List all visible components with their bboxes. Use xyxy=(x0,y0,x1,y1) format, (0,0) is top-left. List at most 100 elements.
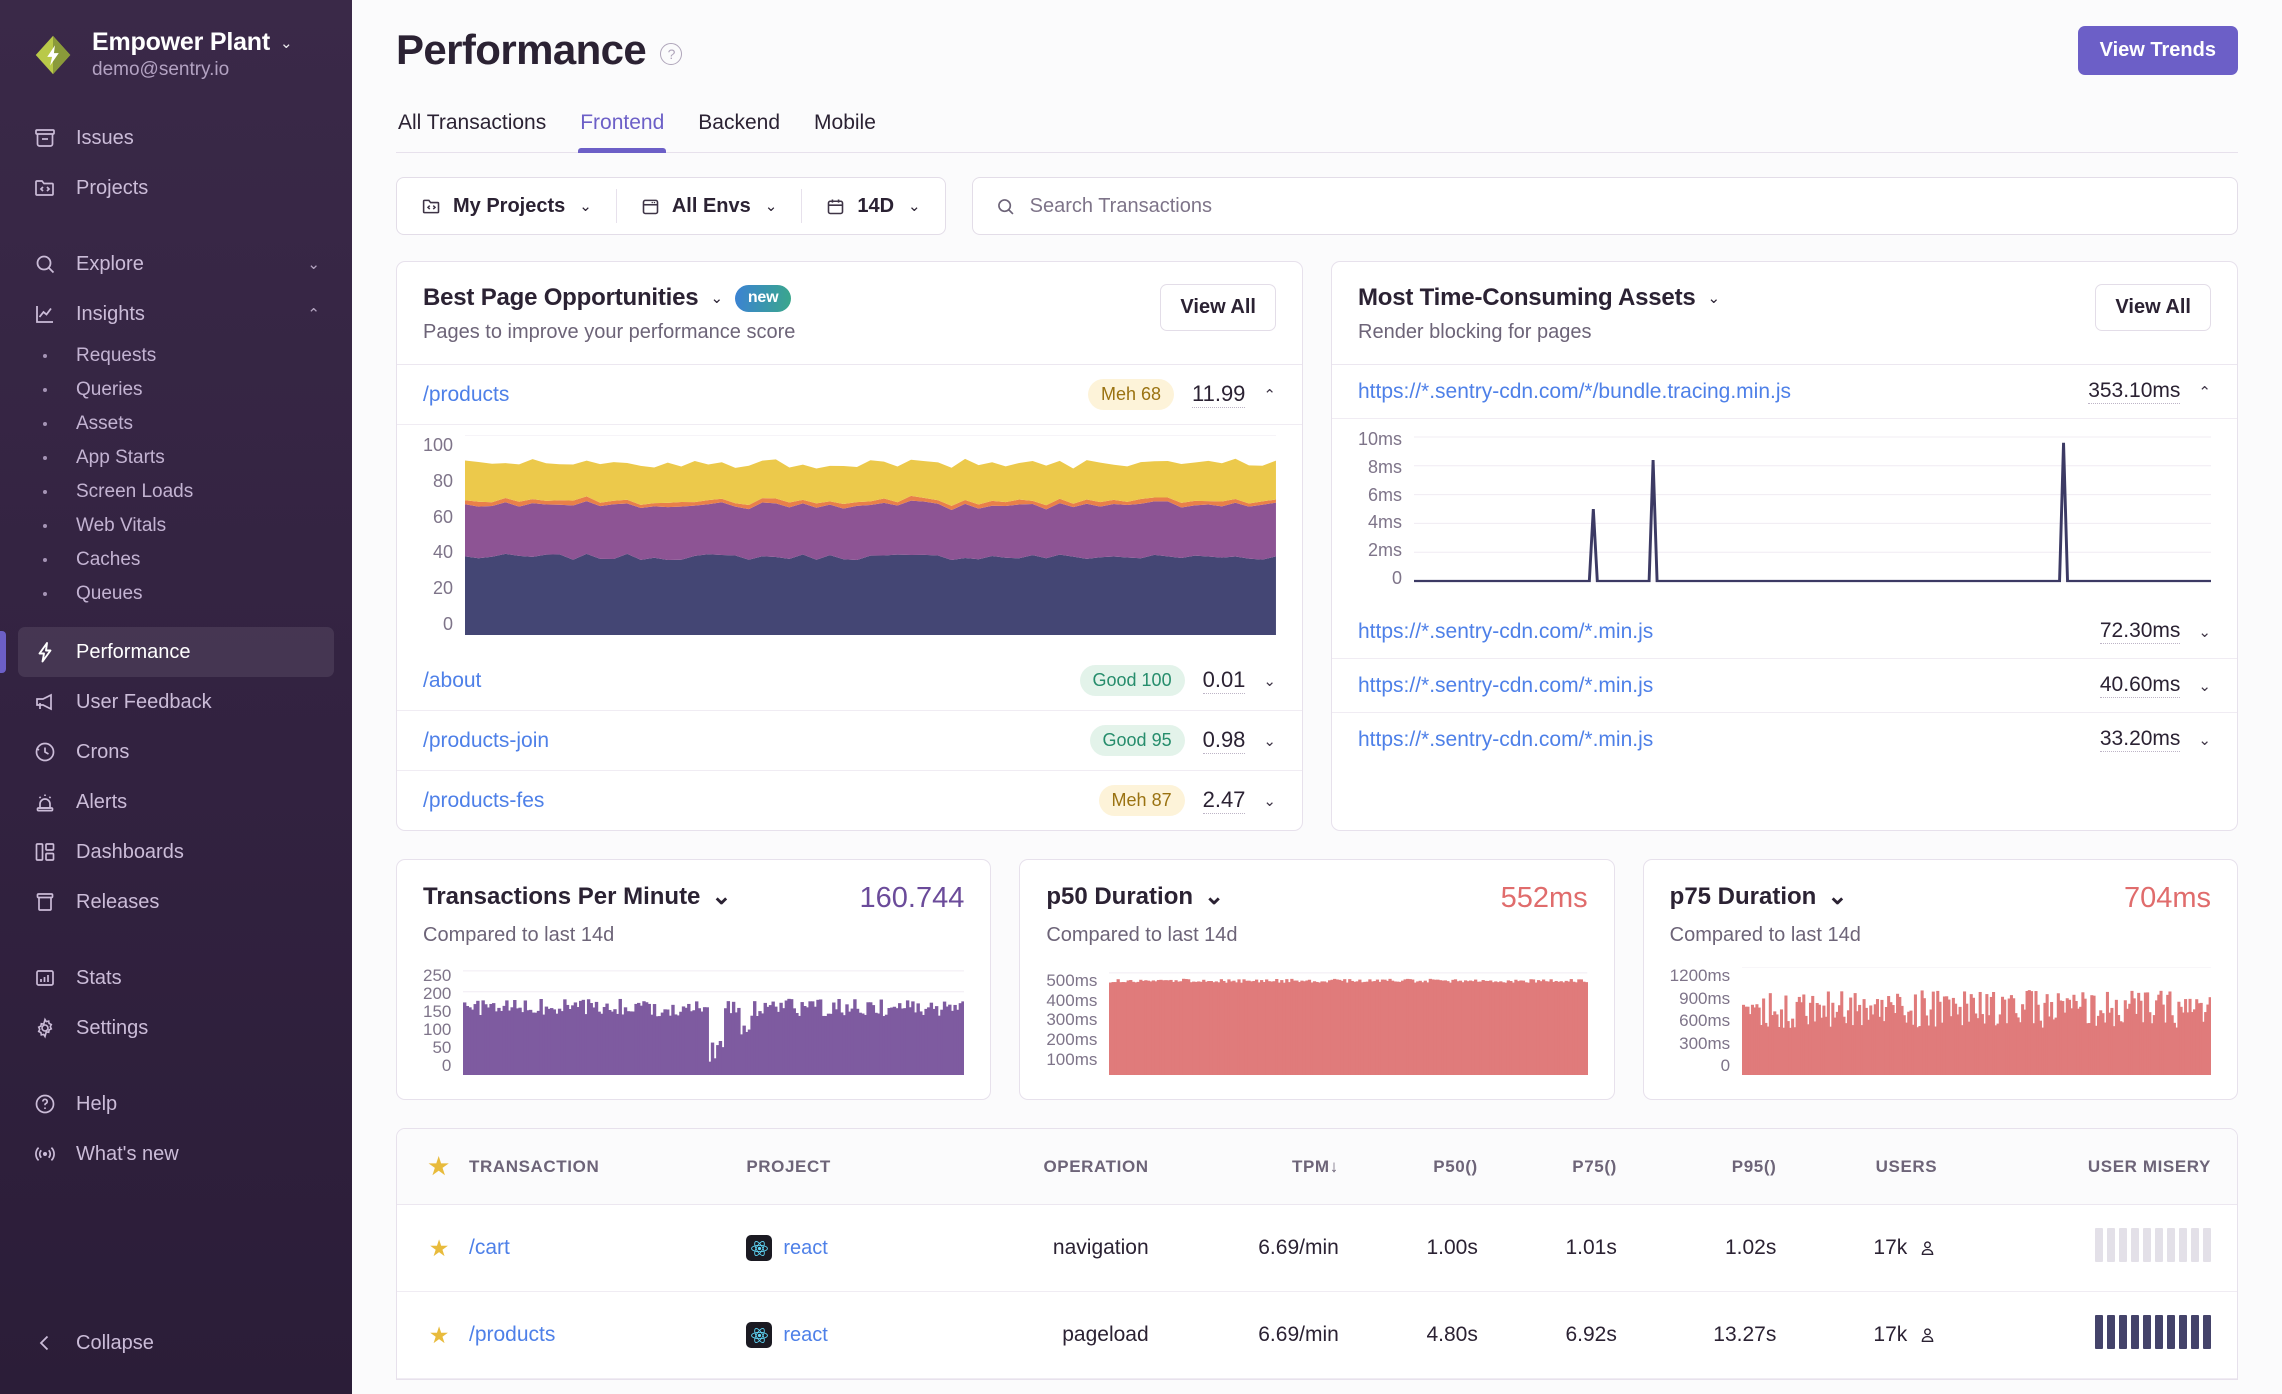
view-all-assets-button[interactable]: View All xyxy=(2095,284,2211,331)
chevron-down-icon[interactable]: ⌄ xyxy=(2198,677,2211,695)
sidebar-item-settings[interactable]: Settings xyxy=(18,1003,334,1053)
transaction-link[interactable]: /cart xyxy=(469,1236,510,1259)
project-selector[interactable]: My Projects ⌄ xyxy=(397,178,616,234)
transaction-link[interactable]: /products xyxy=(469,1323,555,1346)
project-cell[interactable]: react xyxy=(746,1235,915,1261)
star-icon[interactable]: ★ xyxy=(429,1235,450,1261)
tab-all-transactions[interactable]: All Transactions xyxy=(396,111,548,152)
opportunity-path-link[interactable]: /products xyxy=(423,383,509,407)
opportunity-row[interactable]: /products-join Good 95 0.98 ⌄ xyxy=(397,711,1302,771)
chevron-down-icon[interactable]: ⌄ xyxy=(1263,792,1276,810)
row-star-toggle[interactable]: ★ xyxy=(397,1291,455,1379)
y-tick: 8ms xyxy=(1368,456,1403,477)
sidebar-item-help[interactable]: Help xyxy=(18,1079,334,1129)
sidebar-item-queries[interactable]: Queries xyxy=(18,373,334,407)
sidebar-item-queues[interactable]: Queues xyxy=(18,577,334,611)
row-star-toggle[interactable]: ★ xyxy=(397,1204,455,1292)
org-switcher[interactable]: Empower Plant ⌄ demo@sentry.io xyxy=(0,22,352,111)
column-transaction[interactable]: TRANSACTION xyxy=(455,1129,733,1205)
search-input[interactable] xyxy=(1029,194,2215,218)
asset-url-link[interactable]: https://*.sentry-cdn.com/*.min.js xyxy=(1358,620,1653,644)
opportunity-path-link[interactable]: /products-join xyxy=(423,729,549,753)
chevron-down-icon: ⌄ xyxy=(579,198,592,215)
asset-url-link[interactable]: https://*.sentry-cdn.com/*.min.js xyxy=(1358,674,1653,698)
cell-project[interactable]: react xyxy=(732,1204,930,1292)
view-all-opportunities-button[interactable]: View All xyxy=(1160,284,1276,331)
asset-row[interactable]: https://*.sentry-cdn.com/*/bundle.tracin… xyxy=(1332,365,2237,419)
sidebar-item-assets[interactable]: Assets xyxy=(18,407,334,441)
table-body: ★ /cart react navigation 6.69/min 1.00s … xyxy=(397,1204,2237,1379)
column-p50[interactable]: P50() xyxy=(1352,1129,1492,1205)
widget-p75-duration: p75 Duration ⌄ 704ms Compared to last 14… xyxy=(1642,859,2238,1100)
chevron-up-icon[interactable]: ⌃ xyxy=(1263,386,1276,404)
sidebar-item-screen-loads[interactable]: Screen Loads xyxy=(18,475,334,509)
asset-url-link[interactable]: https://*.sentry-cdn.com/*.min.js xyxy=(1358,728,1653,752)
widget-title-text: p75 Duration xyxy=(1669,882,1817,910)
column-user-misery[interactable]: USER MISERY xyxy=(1951,1129,2237,1205)
sidebar-item-app-starts[interactable]: App Starts xyxy=(18,441,334,475)
chevron-down-icon[interactable]: ⌄ xyxy=(2198,731,2211,749)
asset-row[interactable]: https://*.sentry-cdn.com/*.min.js 72.30m… xyxy=(1332,605,2237,659)
opportunity-row[interactable]: /products Meh 68 11.99 ⌃ xyxy=(397,365,1302,425)
search-transactions-box[interactable] xyxy=(971,177,2238,235)
tab-frontend[interactable]: Frontend xyxy=(578,111,667,153)
y-tick: 0 xyxy=(443,613,454,634)
column-p75[interactable]: P75() xyxy=(1491,1129,1631,1205)
sidebar-item-whats-new[interactable]: What's new xyxy=(18,1129,334,1179)
chart-plot-area xyxy=(465,435,1276,635)
chevron-down-icon[interactable]: ⌄ xyxy=(2198,623,2211,641)
column-operation[interactable]: OPERATION xyxy=(929,1129,1163,1205)
project-cell[interactable]: react xyxy=(746,1322,915,1348)
opportunity-path-link[interactable]: /products-fes xyxy=(423,789,544,813)
global-filter-group: My Projects ⌄ All Envs ⌄ 14D ⌄ xyxy=(396,177,946,235)
sidebar-item-caches[interactable]: Caches xyxy=(18,543,334,577)
card-title[interactable]: Best Page Opportunities ⌄ new xyxy=(423,284,795,312)
sidebar-item-insights[interactable]: Insights ⌃ xyxy=(18,289,334,339)
star-icon[interactable]: ★ xyxy=(429,1322,450,1348)
opportunity-row[interactable]: /about Good 100 0.01 ⌄ xyxy=(397,651,1302,711)
column-users[interactable]: USERS xyxy=(1790,1129,1952,1205)
chevron-up-icon[interactable]: ⌃ xyxy=(2198,383,2211,401)
sidebar-divider xyxy=(0,1055,352,1077)
sidebar-item-performance[interactable]: Performance xyxy=(0,627,334,677)
widget-title[interactable]: p50 Duration ⌄ xyxy=(1046,882,1224,911)
opportunity-path-link[interactable]: /about xyxy=(423,669,481,693)
cell-project[interactable]: react xyxy=(732,1291,930,1379)
sidebar-item-issues[interactable]: Issues xyxy=(18,113,334,163)
sidebar-item-dashboards[interactable]: Dashboards xyxy=(18,827,334,877)
widget-title[interactable]: Transactions Per Minute ⌄ xyxy=(423,882,732,911)
widget-title[interactable]: p75 Duration ⌄ xyxy=(1670,882,1848,911)
asset-url-link[interactable]: https://*.sentry-cdn.com/*/bundle.tracin… xyxy=(1358,380,1791,404)
chevron-down-icon[interactable]: ⌄ xyxy=(1263,732,1276,750)
project-name[interactable]: react xyxy=(783,1237,827,1260)
sidebar-collapse-button[interactable]: Collapse xyxy=(18,1318,334,1368)
question-circle-icon[interactable]: ? xyxy=(660,43,683,65)
view-trends-button[interactable]: View Trends xyxy=(2077,26,2238,75)
asset-row[interactable]: https://*.sentry-cdn.com/*.min.js 33.20m… xyxy=(1332,713,2237,766)
project-name[interactable]: react xyxy=(783,1324,827,1347)
column-p95[interactable]: P95() xyxy=(1630,1129,1791,1205)
sidebar-item-explore[interactable]: Explore ⌄ xyxy=(18,239,334,289)
table-row[interactable]: ★ /cart react navigation 6.69/min 1.00s … xyxy=(397,1204,2237,1292)
tab-backend[interactable]: Backend xyxy=(696,111,782,152)
tab-mobile[interactable]: Mobile xyxy=(812,111,878,152)
cell-transaction[interactable]: /products xyxy=(455,1291,733,1379)
sidebar-item-stats[interactable]: Stats xyxy=(18,953,334,1003)
table-row[interactable]: ★ /products react pageload 6.69/min 4.80… xyxy=(397,1291,2237,1379)
sidebar-item-requests[interactable]: Requests xyxy=(18,339,334,373)
column-tpm[interactable]: TPM↓ xyxy=(1162,1129,1353,1205)
environment-selector[interactable]: All Envs ⌄ xyxy=(615,178,802,234)
sidebar-item-user-feedback[interactable]: User Feedback xyxy=(18,677,334,727)
cell-transaction[interactable]: /cart xyxy=(455,1204,733,1292)
sidebar-item-crons[interactable]: Crons xyxy=(18,727,334,777)
opportunity-row[interactable]: /products-fes Meh 87 2.47 ⌄ xyxy=(397,771,1302,830)
asset-row[interactable]: https://*.sentry-cdn.com/*.min.js 40.60m… xyxy=(1332,659,2237,713)
sidebar-item-releases[interactable]: Releases xyxy=(18,877,334,927)
sidebar-item-web-vitals[interactable]: Web Vitals xyxy=(18,509,334,543)
date-range-selector[interactable]: 14D ⌄ xyxy=(801,178,944,234)
chevron-down-icon[interactable]: ⌄ xyxy=(1263,672,1276,690)
sidebar-item-alerts[interactable]: Alerts xyxy=(18,777,334,827)
column-project[interactable]: PROJECT xyxy=(732,1129,930,1205)
sidebar-item-projects[interactable]: Projects xyxy=(18,163,334,213)
card-title[interactable]: Most Time-Consuming Assets ⌄ xyxy=(1358,284,1720,312)
